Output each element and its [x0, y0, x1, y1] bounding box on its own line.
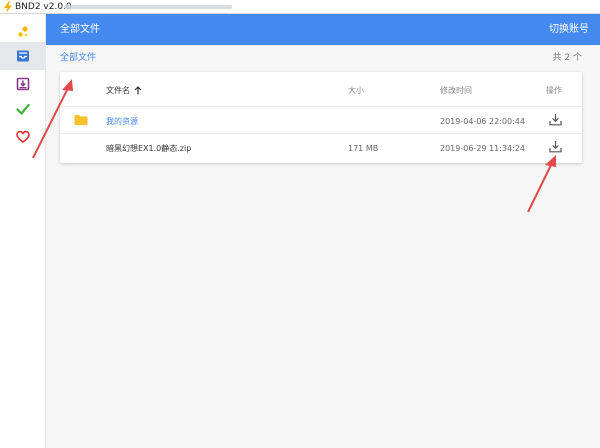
check-icon	[16, 103, 30, 115]
page-title: 全部文件	[60, 24, 100, 35]
table-row[interactable]: 我的资源 2019-04-06 22:00:44	[60, 106, 582, 134]
inbox-icon	[17, 50, 29, 62]
sidebar	[0, 14, 46, 448]
sidebar-item-favorites[interactable]	[0, 123, 46, 151]
table-row[interactable]: 暗黑幻想EX1.0静态.zip 171 MB 2019-06-29 11:34:…	[60, 133, 582, 161]
app-header: 全部文件 切换账号	[46, 14, 600, 45]
column-header-modified: 修改时间	[440, 86, 472, 95]
column-header-size: 大小	[348, 86, 364, 95]
download-box-icon	[16, 77, 30, 91]
sidebar-item-downloads[interactable]	[0, 70, 46, 98]
modified-time: 2019-04-06 22:00:44	[440, 117, 525, 126]
download-icon	[549, 141, 562, 153]
blurred-path	[64, 5, 232, 9]
sidebar-item-files[interactable]	[0, 42, 46, 70]
window-title-bar: BND2 v2.0.0	[0, 0, 600, 14]
lightning-icon	[4, 1, 12, 13]
sidebar-item-completed[interactable]	[0, 95, 46, 123]
breadcrumb[interactable]: 全部文件	[60, 52, 96, 64]
table-header-row: 文件名 大小 修改时间 操作	[60, 76, 582, 104]
main-content: 全部文件 共 2 个 文件名 大小 修改时间 操作 我的资源 2019-04-0…	[46, 45, 600, 448]
sort-ascending-icon	[134, 86, 142, 95]
folder-icon	[74, 114, 88, 129]
column-header-action: 操作	[546, 86, 562, 95]
download-button[interactable]	[549, 113, 562, 129]
item-count: 共 2 个	[552, 53, 582, 63]
column-name-label: 文件名	[106, 86, 130, 95]
switch-account-button[interactable]: 切换账号	[549, 23, 589, 36]
file-name[interactable]: 暗黑幻想EX1.0静态.zip	[106, 143, 191, 154]
download-button[interactable]	[549, 140, 562, 156]
coins-icon	[18, 26, 28, 37]
modified-time: 2019-06-29 11:34:24	[440, 144, 525, 153]
file-table: 文件名 大小 修改时间 操作 我的资源 2019-04-06 22:00:44	[60, 72, 582, 163]
folder-name-link[interactable]: 我的资源	[106, 116, 138, 127]
download-icon	[549, 114, 562, 126]
heart-icon	[16, 130, 30, 143]
file-size: 171 MB	[348, 144, 379, 153]
column-header-name[interactable]: 文件名	[106, 85, 142, 96]
